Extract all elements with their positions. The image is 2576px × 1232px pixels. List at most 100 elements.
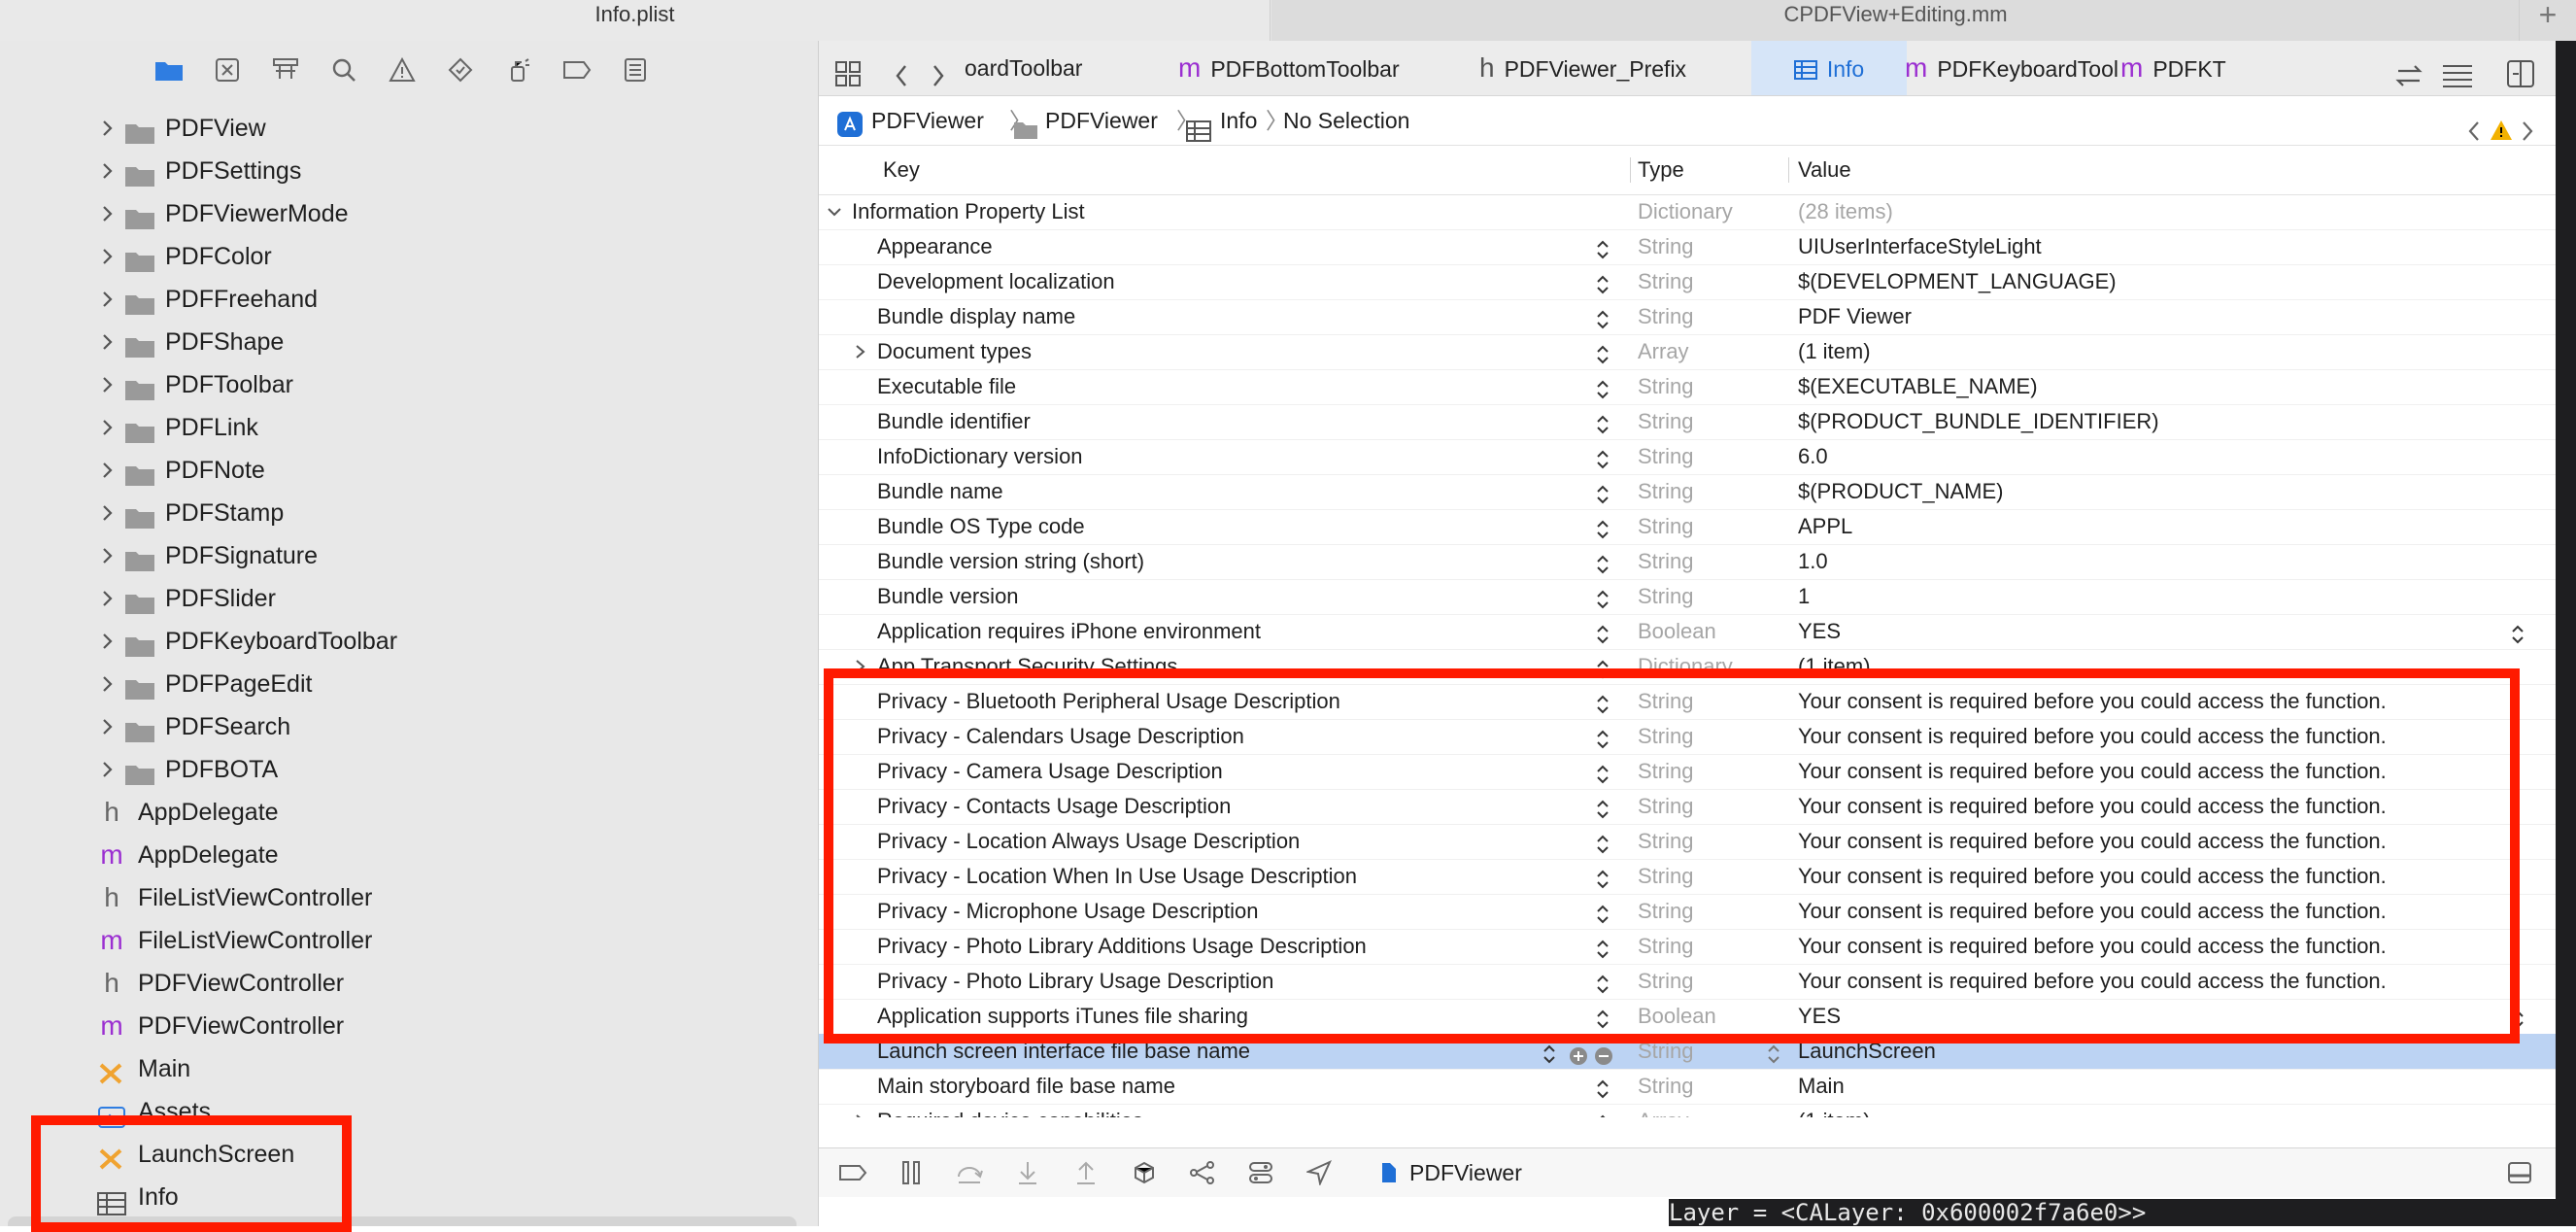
plist-value[interactable]: 1 [1798,579,1810,614]
plist-type[interactable]: String [1638,579,1693,614]
plist-value[interactable]: 1.0 [1798,544,1828,579]
folder-row[interactable]: PDFSlider [0,577,816,620]
plist-type[interactable]: String [1638,369,1693,404]
plist-row[interactable]: Privacy - Location Always Usage Descript… [819,824,2556,860]
plist-row[interactable]: Required device capabilities Array (1 item… [819,1104,2556,1117]
plist-value[interactable]: $(DEVELOPMENT_LANGUAGE) [1798,264,2117,299]
plist-row[interactable]: Development localization String $(DEVELOPM… [819,264,2556,300]
folder-row[interactable]: PDFSignature [0,534,816,577]
plist-key[interactable]: Bundle OS Type code [877,509,1085,544]
folder-row[interactable]: PDFViewerMode [0,192,816,235]
plist-row[interactable]: Privacy - Contacts Usage Description Stri… [819,789,2556,825]
plist-key[interactable]: Privacy - Microphone Usage Description [877,894,1259,929]
test-diamond-icon[interactable] [443,52,478,87]
swap-arrows-icon[interactable] [2394,54,2423,86]
file-row[interactable]: h AppDelegate [0,791,816,834]
folder-row[interactable]: PDFToolbar [0,363,816,406]
warning-icon[interactable] [385,52,420,87]
key-stepper-icon[interactable] [1596,866,1610,889]
breadcrumb-selection[interactable]: No Selection [1283,96,1409,145]
file-row[interactable]: Main [0,1047,816,1090]
plist-type[interactable]: String [1638,684,1693,719]
plist-type[interactable]: Boolean [1638,614,1716,649]
editor-options-icon[interactable] [2441,54,2474,87]
window-tab-info-plist[interactable]: Info.plist [0,0,1271,41]
plist-key[interactable]: InfoDictionary version [877,439,1083,474]
plist-key[interactable]: Privacy - Location When In Use Usage Des… [877,859,1357,894]
key-stepper-icon[interactable] [1596,446,1610,469]
key-stepper-icon[interactable] [1596,271,1610,294]
key-stepper-icon[interactable] [1596,1111,1610,1117]
key-stepper-icon[interactable] [1596,936,1610,959]
plist-key[interactable]: Privacy - Bluetooth Peripheral Usage Des… [877,684,1340,719]
window-tab-cpdfview-editing[interactable]: CPDFView+Editing.mm [1271,0,2520,41]
plist-type[interactable]: String [1638,964,1693,999]
key-stepper-icon[interactable] [1596,656,1610,679]
editor-tab[interactable]: m PDFKeyboardToolbar [1905,41,2118,95]
plist-type[interactable]: Array [1638,1104,1689,1117]
key-stepper-icon[interactable] [1596,586,1610,609]
plist-key[interactable]: Bundle identifier [877,404,1031,439]
plist-value[interactable]: YES [1798,614,1841,649]
folder-icon[interactable] [152,52,186,87]
step-over-icon[interactable] [955,1159,984,1186]
plist-value[interactable]: APPL [1798,509,1852,544]
plist-type[interactable]: String [1638,894,1693,929]
key-stepper-icon[interactable] [1596,831,1610,854]
plist-row[interactable]: Privacy - Photo Library Usage Descriptio… [819,964,2556,1000]
file-row[interactable]: m FileListViewController [0,919,816,962]
key-stepper-icon[interactable] [1596,1076,1610,1099]
plist-value[interactable]: $(EXECUTABLE_NAME) [1798,369,2038,404]
key-stepper-icon[interactable] [1596,551,1610,574]
key-stepper-icon[interactable] [1596,341,1610,364]
plist-row[interactable]: Bundle identifier String $(PRODUCT_BUNDLE_… [819,404,2556,440]
plist-value[interactable]: Your consent is required before you coul… [1798,929,2387,964]
folder-row[interactable]: PDFLink [0,406,816,449]
plist-type[interactable]: String [1638,229,1693,264]
file-row[interactable]: Info [0,1176,816,1218]
plist-type[interactable]: String [1638,754,1693,789]
plist-row[interactable]: Bundle display name String PDF Viewer [819,299,2556,335]
plist-key[interactable]: Privacy - Camera Usage Description [877,754,1223,789]
plist-value[interactable]: YES [1798,999,1841,1034]
plist-row[interactable]: Privacy - Microphone Usage Description St… [819,894,2556,930]
plist-key[interactable]: Privacy - Location Always Usage Descript… [877,824,1300,859]
plist-key[interactable]: Privacy - Photo Library Additions Usage … [877,929,1367,964]
plist-value[interactable]: Your consent is required before you coul… [1798,684,2387,719]
source-control-icon[interactable] [210,52,245,87]
plist-row[interactable]: App Transport Security Settings Dictionar… [819,649,2556,685]
editor-tab[interactable]: Info [1751,41,1907,95]
key-stepper-icon[interactable] [1596,761,1610,784]
plist-value[interactable]: UIUserInterfaceStyleLight [1798,229,2042,264]
key-stepper-icon[interactable] [1596,971,1610,994]
hide-debug-area-icon[interactable] [2505,1159,2534,1186]
plist-type[interactable]: Array [1638,334,1689,369]
plist-type[interactable]: Boolean [1638,999,1716,1034]
disclosure-chevron-icon[interactable] [854,334,871,369]
folder-row[interactable]: PDFView [0,107,816,150]
file-row[interactable]: m AppDelegate [0,834,816,876]
memory-graph-icon[interactable] [1188,1159,1217,1186]
plist-row[interactable]: Application requires iPhone environment B… [819,614,2556,650]
plist-value[interactable]: (1 item) [1798,334,1871,369]
disclosure-chevron-icon[interactable] [854,1104,871,1117]
editor-tab[interactable]: m PDFKT [2120,41,2237,95]
plist-row[interactable]: Privacy - Photo Library Additions Usage … [819,929,2556,965]
folder-row[interactable]: PDFNote [0,449,816,492]
plist-value[interactable]: $(PRODUCT_NAME) [1798,474,2003,509]
plist-row[interactable]: InfoDictionary version String 6.0 [819,439,2556,475]
file-row[interactable]: h PDFViewController [0,962,816,1005]
plist-row[interactable]: Bundle name String $(PRODUCT_NAME) [819,474,2556,510]
plist-type[interactable]: String [1638,1069,1693,1104]
file-row[interactable]: LaunchScreen [0,1133,816,1176]
plist-row[interactable]: Application supports iTunes file sharing… [819,999,2556,1035]
folder-row[interactable]: PDFShape [0,321,816,363]
plist-type[interactable]: String [1638,859,1693,894]
disclosure-chevron-icon[interactable] [101,235,119,278]
folder-row[interactable]: PDFFreehand [0,278,816,321]
file-row[interactable]: m PDFViewController [0,1005,816,1047]
type-column-header[interactable]: Type [1638,146,1684,194]
plist-value[interactable]: (1 item) [1798,1104,1871,1117]
plist-key[interactable]: Bundle name [877,474,1003,509]
disclosure-chevron-icon[interactable] [101,705,119,748]
